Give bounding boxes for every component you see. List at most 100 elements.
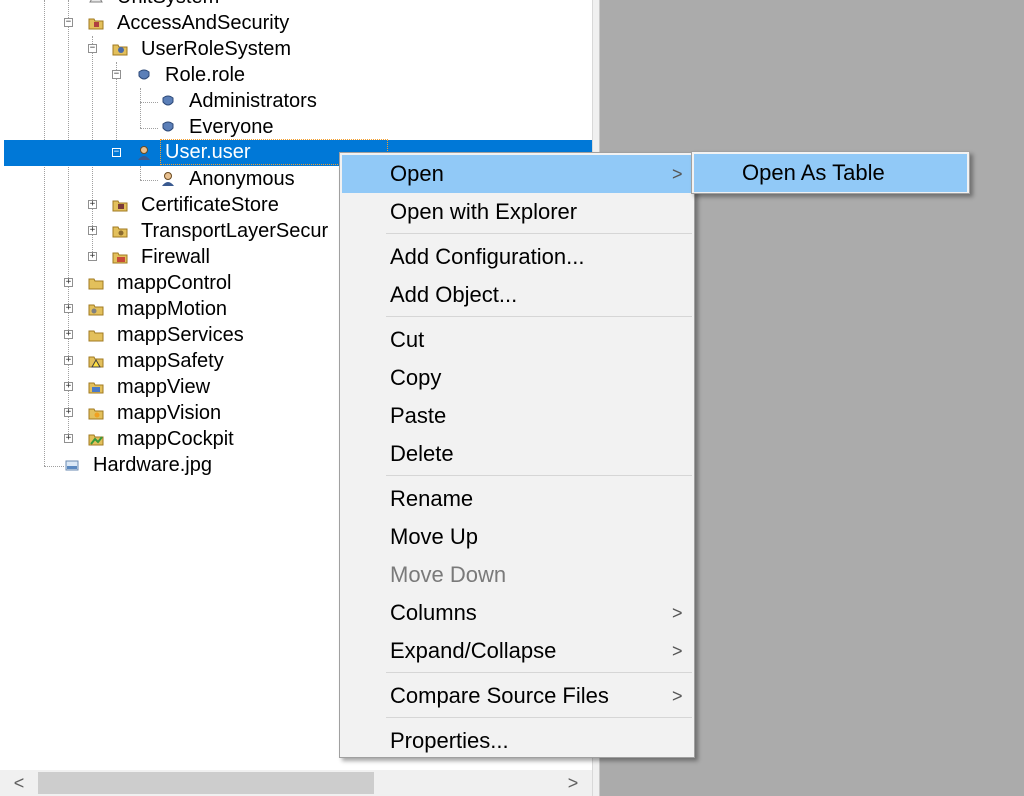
scroll-right-button[interactable]: >: [562, 772, 584, 794]
menu-item-cut[interactable]: Cut: [342, 321, 692, 359]
menu-item-open-with-explorer[interactable]: Open with Explorer: [342, 193, 692, 231]
menu-item-label: Paste: [390, 403, 447, 428]
menu-item-label: Add Object...: [390, 282, 518, 307]
tree-item-label: mappControl: [117, 272, 232, 294]
tree-item-role-file[interactable]: − Role.role: [0, 62, 592, 88]
menu-separator: [386, 316, 692, 317]
submenu-arrow-icon: >: [672, 686, 683, 706]
tree-item-label: Hardware.jpg: [93, 454, 212, 476]
menu-item-columns[interactable]: Columns >: [342, 594, 692, 632]
menu-item-paste[interactable]: Paste: [342, 397, 692, 435]
menu-item-label: Cut: [390, 327, 425, 352]
expand-toggle[interactable]: +: [64, 408, 73, 417]
tree-item-unit-system[interactable]: UnitSystem: [0, 0, 592, 10]
user-file-icon: [138, 146, 150, 160]
role-icon: [162, 121, 174, 132]
menu-item-open-as-table[interactable]: Open As Table: [694, 154, 967, 192]
menu-item-add-object[interactable]: Add Object...: [342, 276, 692, 314]
user-role-system-icon: [112, 44, 128, 56]
mapp-vision-folder-icon: [88, 408, 104, 420]
expand-toggle[interactable]: +: [88, 252, 97, 261]
unit-system-icon: [89, 0, 103, 3]
expand-toggle[interactable]: +: [64, 382, 73, 391]
tree-item-label: Everyone: [189, 116, 274, 138]
collapse-toggle[interactable]: −: [64, 18, 73, 27]
menu-item-label: Copy: [390, 365, 442, 390]
tree-item-label: mappView: [117, 376, 211, 398]
tree-item-label: TransportLayerSecur: [141, 220, 329, 242]
collapse-toggle[interactable]: −: [112, 70, 121, 79]
tree-item-label: UserRoleSystem: [141, 38, 292, 60]
tree-item-label: mappServices: [117, 324, 244, 346]
user-icon: [162, 172, 174, 186]
tree-item-label: Role.role: [165, 64, 246, 86]
expand-toggle[interactable]: +: [64, 356, 73, 365]
mapp-motion-folder-icon: [88, 304, 104, 316]
expand-toggle[interactable]: +: [64, 278, 73, 287]
menu-item-label: Rename: [390, 486, 474, 511]
menu-separator: [386, 717, 692, 718]
menu-item-label: Expand/Collapse: [390, 638, 557, 663]
tree-item-administrators[interactable]: Administrators: [0, 88, 592, 114]
tree-item-label: mappMotion: [117, 298, 228, 320]
expand-toggle[interactable]: +: [64, 434, 73, 443]
menu-item-label: Move Down: [390, 562, 507, 587]
role-icon: [162, 95, 174, 106]
menu-item-copy[interactable]: Copy: [342, 359, 692, 397]
expand-toggle[interactable]: +: [64, 304, 73, 313]
tree-item-label: Administrators: [189, 90, 317, 112]
tree-item-label: Firewall: [141, 246, 210, 268]
expand-toggle[interactable]: +: [88, 200, 97, 209]
open-submenu: Open As Table: [691, 151, 970, 194]
folder-icon: [88, 330, 104, 342]
role-file-icon: [138, 69, 150, 80]
expand-toggle[interactable]: +: [88, 226, 97, 235]
menu-item-compare-source-files[interactable]: Compare Source Files >: [342, 677, 692, 715]
menu-separator: [386, 672, 692, 673]
mapp-safety-folder-icon: [88, 356, 104, 368]
menu-item-label: Columns: [390, 600, 477, 625]
menu-separator: [386, 233, 692, 234]
transport-layer-security-icon: [112, 226, 128, 238]
access-security-folder-icon: [88, 18, 104, 30]
menu-separator: [386, 475, 692, 476]
collapse-toggle[interactable]: −: [88, 44, 97, 53]
context-menu: Open > Open with Explorer Add Configurat…: [339, 152, 695, 758]
scroll-left-button[interactable]: <: [8, 772, 30, 794]
certificate-store-icon: [112, 200, 128, 212]
menu-item-label: Open with Explorer: [390, 199, 578, 224]
tree-item-label: mappCockpit: [117, 428, 234, 450]
menu-item-add-configuration[interactable]: Add Configuration...: [342, 238, 692, 276]
mapp-cockpit-folder-icon: [88, 434, 104, 446]
tree-item-label: Anonymous: [189, 168, 295, 190]
collapse-toggle[interactable]: −: [112, 148, 121, 157]
menu-item-expand-collapse[interactable]: Expand/Collapse >: [342, 632, 692, 670]
expand-toggle[interactable]: +: [64, 330, 73, 339]
menu-item-label: Delete: [390, 441, 454, 466]
mapp-view-folder-icon: [88, 382, 104, 394]
submenu-arrow-icon: >: [672, 164, 683, 184]
menu-item-label: Properties...: [390, 728, 509, 753]
tree-item-label: UnitSystem: [113, 0, 223, 9]
menu-item-open[interactable]: Open >: [342, 155, 692, 193]
tree-item-label: AccessAndSecurity: [117, 12, 290, 34]
scrollbar-thumb[interactable]: [38, 772, 374, 794]
menu-item-delete[interactable]: Delete: [342, 435, 692, 473]
submenu-arrow-icon: >: [672, 603, 683, 623]
image-file-icon: [65, 460, 79, 471]
menu-item-label: Compare Source Files: [390, 683, 609, 708]
tree-item-label: mappSafety: [117, 350, 224, 372]
menu-item-label: Open As Table: [742, 160, 885, 185]
menu-item-rename[interactable]: Rename: [342, 480, 692, 518]
folder-icon: [88, 278, 104, 290]
menu-item-properties[interactable]: Properties...: [342, 722, 692, 760]
tree-item-user-role-system[interactable]: − UserRoleSystem: [0, 36, 592, 62]
menu-item-move-down: Move Down: [342, 556, 692, 594]
tree-item-access-and-security[interactable]: − AccessAndSecurity: [0, 10, 592, 36]
menu-item-move-up[interactable]: Move Up: [342, 518, 692, 556]
firewall-icon: [112, 252, 128, 264]
tree-item-everyone[interactable]: Everyone: [0, 114, 592, 140]
horizontal-scrollbar[interactable]: < >: [0, 770, 592, 796]
submenu-arrow-icon: >: [672, 641, 683, 661]
menu-item-label: Move Up: [390, 524, 479, 549]
